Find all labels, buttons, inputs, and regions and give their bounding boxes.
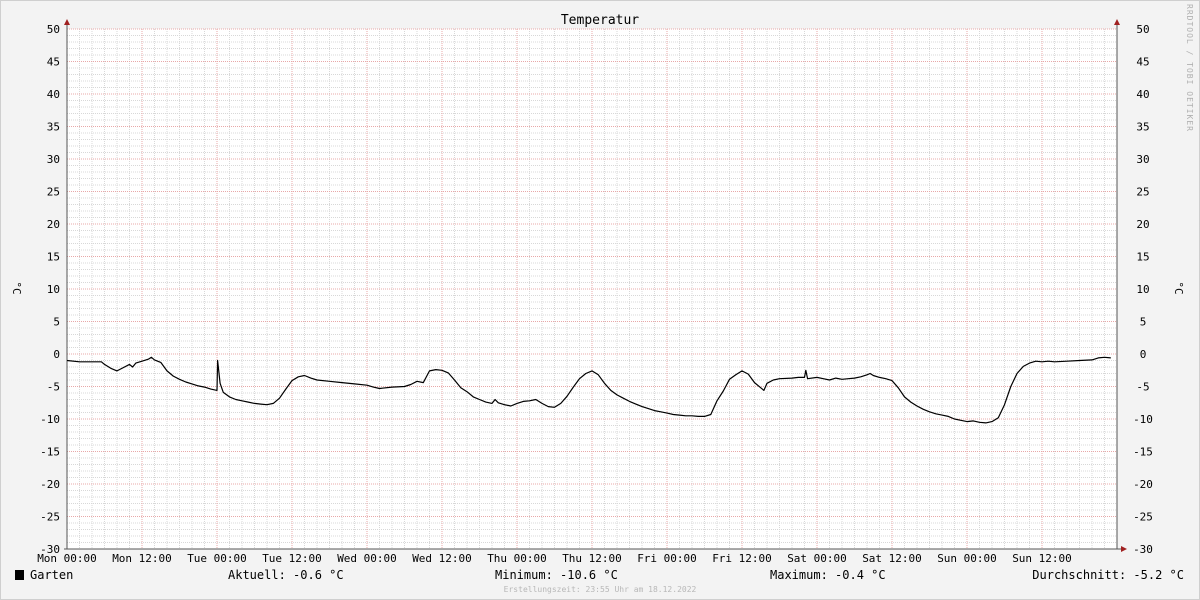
y-axis-left-arrow: [64, 19, 70, 25]
y-tick-label-left: 0: [53, 348, 60, 361]
rrdtool-watermark: RRDTOOL / TOBI OETIKER: [1185, 4, 1194, 132]
y-tick-label-left: -20: [40, 478, 60, 491]
y-tick-label-left: 10: [47, 283, 60, 296]
y-tick-label-right: -5: [1136, 381, 1149, 394]
x-tick-label: Mon 12:00: [112, 552, 172, 565]
y-axis-right-ticks: 50454035302520151050-5-10-15-20-25-30: [1133, 23, 1153, 556]
x-tick-label: Wed 12:00: [412, 552, 472, 565]
y-axis-right-arrow: [1114, 19, 1120, 25]
y-tick-label-left: 20: [47, 218, 60, 231]
y-tick-label-left: -5: [47, 381, 60, 394]
y-tick-label-right: 40: [1136, 88, 1149, 101]
y-tick-label-right: 0: [1140, 348, 1147, 361]
x-axis-arrow: [1121, 546, 1127, 552]
y-tick-label-left: 15: [47, 251, 60, 264]
y-tick-label-right: 35: [1136, 121, 1149, 134]
legend-swatch: [15, 570, 24, 580]
chart-title: Temperatur: [561, 13, 639, 28]
y-tick-label-right: 50: [1136, 23, 1149, 36]
y-tick-label-left: 25: [47, 186, 60, 199]
y-tick-label-right: 25: [1136, 186, 1149, 199]
y-tick-label-left: -25: [40, 511, 60, 524]
y-axis-left-ticks: 50454035302520151050-5-10-15-20-25-30: [40, 23, 60, 556]
x-tick-label: Mon 00:00: [37, 552, 97, 565]
y-tick-label-right: 20: [1136, 218, 1149, 231]
x-tick-label: Tue 00:00: [187, 552, 247, 565]
legend-series-name: Garten: [30, 568, 73, 582]
x-tick-label: Fri 00:00: [637, 552, 697, 565]
y-tick-label-right: -25: [1133, 511, 1153, 524]
x-axis-ticks: Mon 00:00 Mon 12:00 Tue 00:00 Tue 12:00 Wed …: [37, 552, 1072, 565]
y-axis-label-left: °C: [10, 281, 23, 294]
y-tick-label-right: -10: [1133, 413, 1153, 426]
y-tick-label-right: -20: [1133, 478, 1153, 491]
y-tick-label-left: -10: [40, 413, 60, 426]
y-tick-label-right: 10: [1136, 283, 1149, 296]
legend-current: Aktuell: -0.6 °C: [228, 568, 344, 582]
y-tick-label-left: 30: [47, 153, 60, 166]
legend-minimum: Minimum: -10.6 °C: [495, 568, 618, 582]
y-tick-label-right: -15: [1133, 446, 1153, 459]
x-tick-label: Fri 12:00: [712, 552, 772, 565]
x-tick-label: Wed 00:00: [337, 552, 397, 565]
y-tick-label-left: 35: [47, 121, 60, 134]
x-tick-label: Sat 00:00: [787, 552, 847, 565]
x-tick-label: Sun 00:00: [937, 552, 997, 565]
x-tick-label: Sun 12:00: [1012, 552, 1072, 565]
y-axis-label-right: °C: [1172, 281, 1185, 294]
y-tick-label-left: -15: [40, 446, 60, 459]
x-tick-label: Thu 00:00: [487, 552, 547, 565]
creation-time-footer: Erstellungszeit: 23:55 Uhr am 18.12.2022: [504, 585, 697, 594]
x-tick-label: Sat 12:00: [862, 552, 922, 565]
x-tick-label: Tue 12:00: [262, 552, 322, 565]
x-tick-label: Thu 12:00: [562, 552, 622, 565]
y-tick-label-right: -30: [1133, 543, 1153, 556]
y-tick-label-right: 5: [1140, 316, 1147, 329]
y-tick-label-right: 30: [1136, 153, 1149, 166]
y-tick-label-left: 50: [47, 23, 60, 36]
legend-maximum: Maximum: -0.4 °C: [770, 568, 886, 582]
y-tick-label-left: 40: [47, 88, 60, 101]
legend-average: Durchschnitt: -5.2 °C: [1032, 568, 1184, 582]
y-tick-label-left: 45: [47, 56, 60, 69]
y-tick-label-right: 45: [1136, 56, 1149, 69]
y-tick-label-right: 15: [1136, 251, 1149, 264]
y-tick-label-left: 5: [53, 316, 60, 329]
temperature-chart: 50454035302520151050-5-10-15-20-25-30 50…: [10, 4, 1194, 594]
